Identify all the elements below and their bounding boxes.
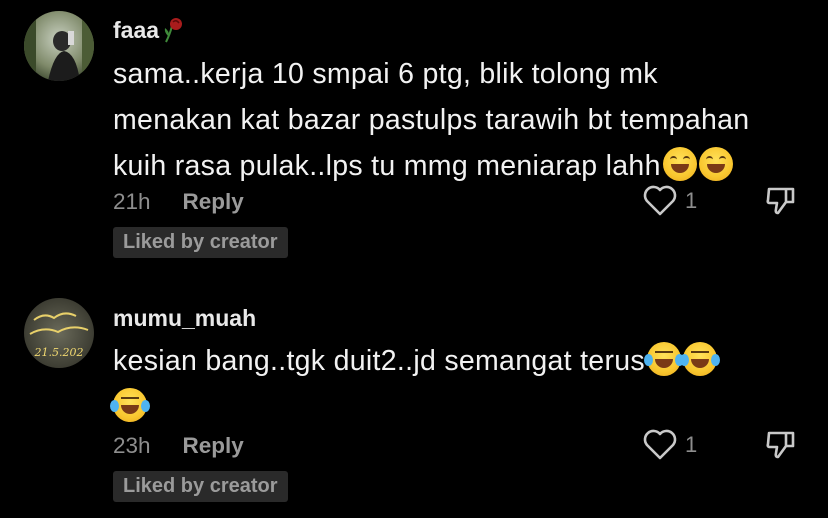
svg-text:21.5.202: 21.5.202 bbox=[34, 346, 84, 359]
like-count: 1 bbox=[685, 432, 698, 457]
avatar[interactable]: 21.5.202 bbox=[24, 298, 94, 368]
liked-by-creator-badge: Liked by creator bbox=[113, 471, 288, 502]
thumbs-down-icon bbox=[766, 431, 795, 459]
username[interactable]: mumu_muah bbox=[113, 305, 256, 332]
face-with-tears-of-joy-icon bbox=[110, 388, 150, 422]
timestamp: 23h bbox=[113, 433, 151, 458]
comment-meta: 23h Reply bbox=[113, 433, 244, 459]
reply-button[interactable]: Reply bbox=[183, 433, 244, 459]
face-with-tears-of-joy-icon bbox=[679, 342, 720, 376]
comment-text: kesian bang..tgk duit2..jd semangat teru… bbox=[110, 338, 720, 430]
heart-icon bbox=[643, 429, 677, 460]
face-with-tears-of-joy-icon bbox=[643, 342, 684, 376]
like-button[interactable]: 1 bbox=[643, 429, 697, 461]
comment-item: 21.5.202 mumu_muah kesian bang..tgk duit… bbox=[0, 0, 828, 518]
dislike-button[interactable] bbox=[764, 429, 798, 466]
